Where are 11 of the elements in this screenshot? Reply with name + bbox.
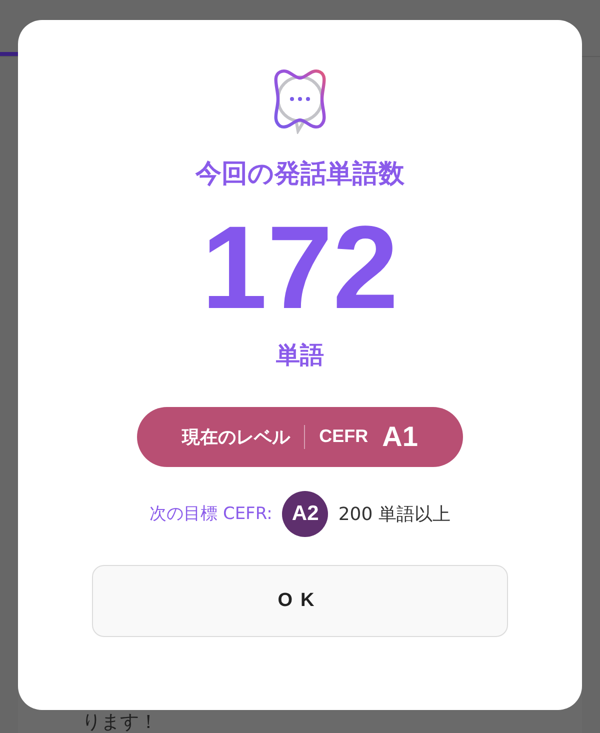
next-goal-label: 次の目標 CEFR:	[150, 503, 272, 526]
word-count: 172	[202, 207, 398, 331]
goal-level-badge: A2	[282, 490, 328, 537]
scale-label: CEFR	[319, 426, 368, 448]
message-text: ります！	[82, 712, 159, 733]
unit-label: 単語	[276, 340, 324, 371]
level-label: 現在のレベル	[182, 426, 290, 449]
goal-requirement: 200 単語以上	[338, 502, 450, 526]
level-value: A1	[382, 420, 418, 453]
dialog-title: 今回の発話単語数	[196, 158, 404, 191]
ok-button[interactable]: OK	[92, 564, 508, 637]
